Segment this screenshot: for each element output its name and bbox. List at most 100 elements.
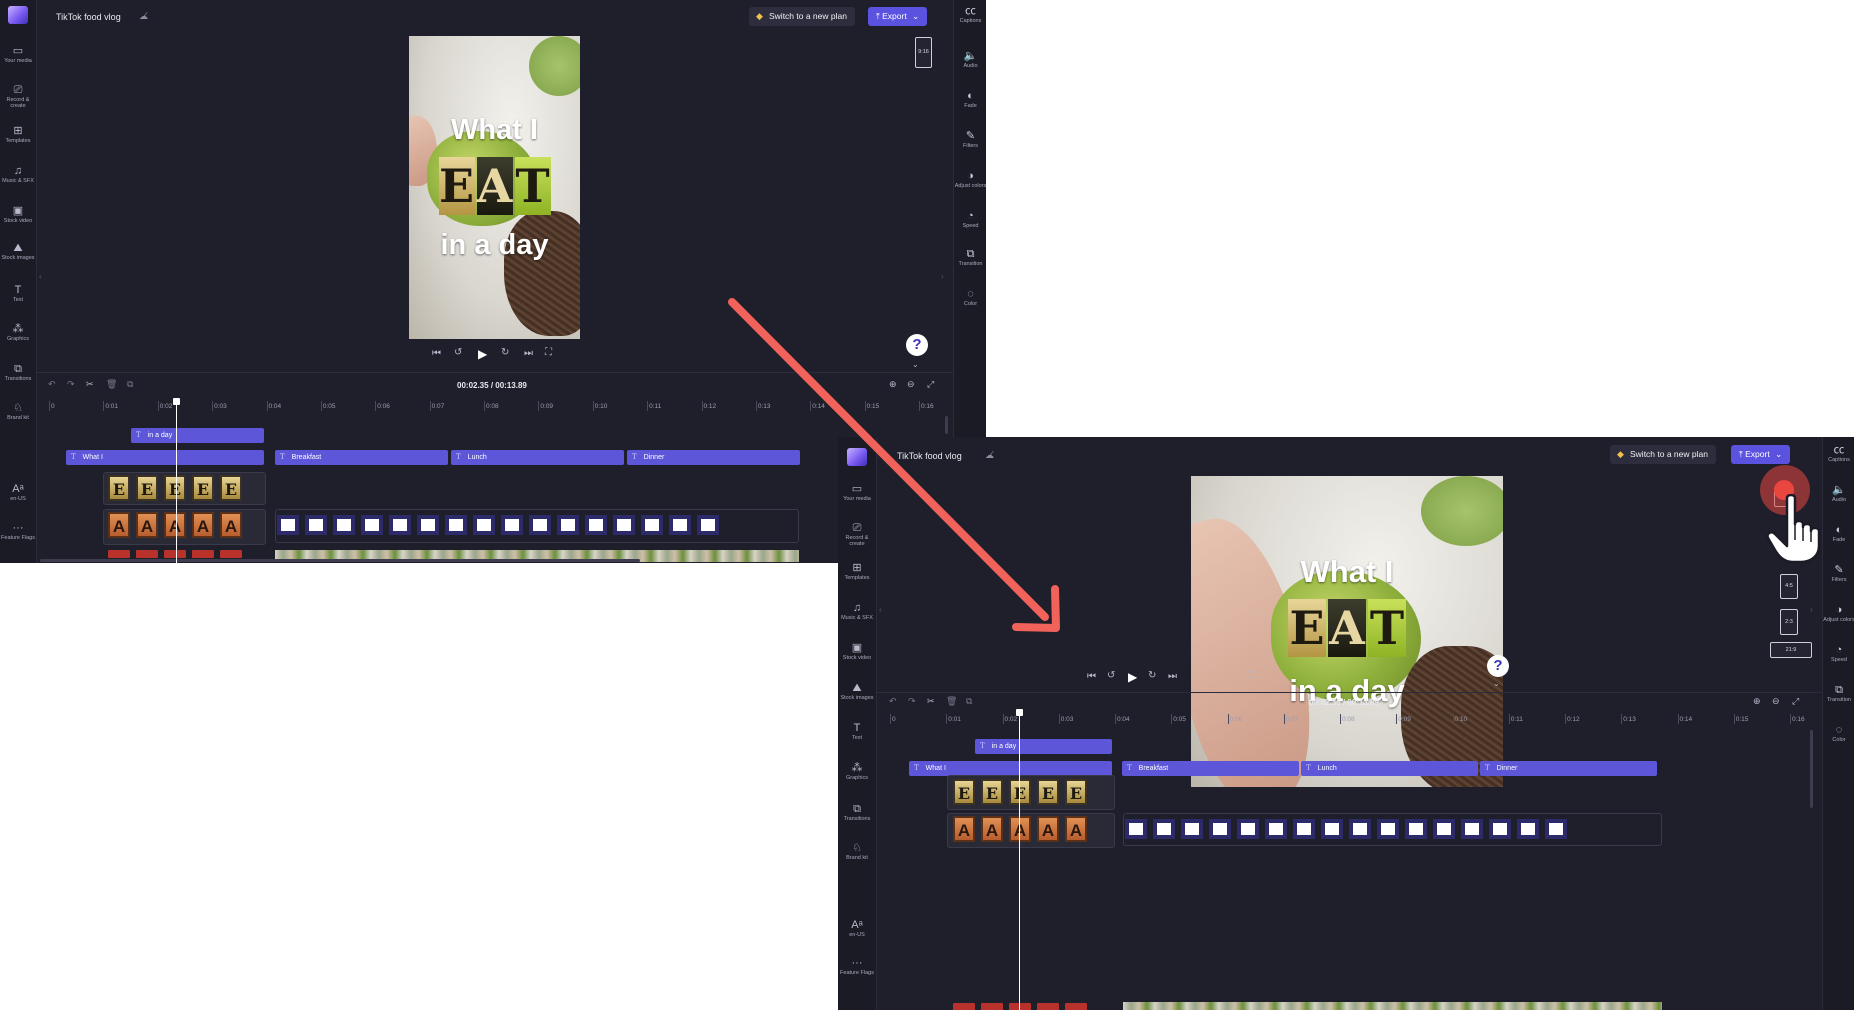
rewind-5s-button[interactable]: ↺ [1107, 670, 1115, 681]
sidebar-item-brand-kit[interactable]: ♘ Brand kit [838, 842, 876, 861]
panel-audio[interactable]: 🔈 Audio [954, 50, 986, 69]
sidebar-item-music-sfx[interactable]: ♫ Music & SFX [0, 165, 36, 184]
text-clip-in-a-day[interactable]: Tin a day [975, 739, 1112, 754]
zoom-out-button[interactable]: ⊖ [907, 379, 915, 390]
panel-color[interactable]: ◌ Color [954, 288, 986, 307]
sidebar-item-music-sfx[interactable]: ♫ Music & SFX [838, 602, 876, 621]
panel-adjust-colors[interactable]: ◑ Adjust colors [954, 170, 986, 189]
collapse-left-icon[interactable]: ‹ [39, 272, 42, 281]
skip-forward-button[interactable]: ⏭ [524, 348, 533, 359]
playhead-handle[interactable] [1016, 709, 1023, 716]
rewind-5s-button[interactable]: ↺ [454, 347, 462, 358]
sidebar-item-your-media[interactable]: ▭ Your media [838, 483, 876, 502]
sidebar-item-feature-flags[interactable]: ··· Feature Flags [838, 957, 876, 976]
project-title[interactable]: TikTok food vlog [56, 12, 121, 22]
duplicate-button[interactable]: ⧉ [966, 696, 972, 707]
sidebar-item-templates[interactable]: ⊞ Templates [0, 125, 36, 144]
fit-timeline-button[interactable]: ⤢ [927, 379, 934, 390]
panel-captions[interactable]: ㏄ Captions [1823, 444, 1854, 463]
playhead-handle[interactable] [173, 398, 180, 405]
panel-captions[interactable]: ㏄ Captions [954, 5, 986, 24]
panel-color[interactable]: ◌ Color [1823, 724, 1854, 743]
sidebar-item-graphics[interactable]: ⁂ Graphics [0, 323, 36, 342]
video-preview[interactable]: What I EAT in a day [409, 36, 580, 339]
sidebar-item-stock-images[interactable]: ⛰ Stock images [838, 682, 876, 701]
text-clip-dinner[interactable]: T Dinner [1480, 761, 1657, 776]
collapse-right-icon[interactable]: › [941, 272, 944, 281]
skip-back-button[interactable]: ⏮ [432, 348, 441, 359]
sidebar-item-stock-video[interactable]: ▣ Stock video [0, 205, 36, 224]
play-button[interactable]: ▶ [1128, 670, 1137, 684]
sidebar-item-feature-flags[interactable]: ··· Feature Flags [0, 522, 36, 541]
duplicate-button[interactable]: ⧉ [127, 379, 133, 390]
skip-back-button[interactable]: ⏮ [1087, 671, 1096, 682]
panel-speed[interactable]: ◔ Speed [954, 210, 986, 229]
text-clip-breakfast[interactable]: T Breakfast [275, 450, 448, 465]
zoom-in-button[interactable]: ⊕ [889, 379, 897, 390]
sidebar-item-record-create[interactable]: ⎚ Record & create [0, 84, 36, 109]
fullscreen-button[interactable]: ⛶ [1248, 670, 1255, 681]
sidebar-item-transitions[interactable]: ⧉ Transitions [838, 803, 876, 822]
zoom-in-button[interactable]: ⊕ [1753, 696, 1761, 707]
panel-adjust-colors[interactable]: ◑ Adjust colors [1823, 604, 1854, 623]
playhead[interactable] [176, 402, 177, 563]
panel-fade[interactable]: ◐ Fade [1823, 524, 1854, 543]
aspect-ratio-2-3[interactable]: 2:3 [1780, 609, 1798, 635]
help-button[interactable]: ? [1487, 655, 1509, 677]
forward-5s-button[interactable]: ↻ [501, 347, 509, 358]
sidebar-item-transitions[interactable]: ⧉ Transitions [0, 363, 36, 382]
panel-fade[interactable]: ◐ Fade [954, 90, 986, 109]
zoom-out-button[interactable]: ⊖ [1772, 696, 1780, 707]
switch-plan-button[interactable]: ◆ Switch to a new plan [749, 7, 855, 26]
split-button[interactable]: ✂ [86, 379, 94, 390]
sidebar-item-graphics[interactable]: ⁂ Graphics [838, 762, 876, 781]
export-button[interactable]: ⤒ Export ⌄ [1731, 445, 1791, 464]
vertical-scrollbar[interactable] [1810, 730, 1813, 808]
panel-transition[interactable]: ⧉ Transition [954, 248, 986, 267]
frame-overlay-clip[interactable] [1123, 813, 1662, 846]
playhead[interactable] [1019, 713, 1020, 1010]
aspect-ratio-4-5[interactable]: 4:5 [1780, 574, 1798, 599]
sidebar-item-record-create[interactable]: ⎚ Record & create [838, 522, 876, 547]
redo-button[interactable]: ↷ [67, 379, 75, 390]
split-button[interactable]: ✂ [927, 696, 935, 707]
skip-forward-button[interactable]: ⏭ [1168, 671, 1177, 682]
sidebar-item-stock-images[interactable]: ⛰ Stock images [0, 242, 36, 261]
fit-timeline-button[interactable]: ⤢ [1792, 696, 1799, 707]
chevron-down-icon[interactable]: ⌄ [1493, 679, 1500, 688]
collapse-right-icon[interactable]: › [1810, 605, 1813, 614]
sidebar-item-stock-video[interactable]: ▣ Stock video [838, 642, 876, 661]
video-clip-strip[interactable] [1123, 1002, 1662, 1010]
sidebar-item-en-us[interactable]: Aᵃ en-US [838, 919, 876, 938]
sidebar-item-text[interactable]: T Text [838, 722, 876, 741]
frame-overlay-clip[interactable] [275, 509, 799, 543]
undo-button[interactable]: ↶ [48, 379, 56, 390]
text-clip-dinner[interactable]: T Dinner [627, 450, 800, 465]
play-button[interactable]: ▶ [478, 347, 487, 361]
panel-transition[interactable]: ⧉ Transition [1823, 684, 1854, 703]
delete-button[interactable]: 🗑 [946, 696, 957, 707]
fullscreen-button[interactable]: ⛶ [545, 347, 552, 358]
panel-filters[interactable]: ✎ Filters [954, 130, 986, 149]
sidebar-item-templates[interactable]: ⊞ Templates [838, 562, 876, 581]
text-clip-breakfast[interactable]: T Breakfast [1122, 761, 1299, 776]
text-clip-lunch[interactable]: T Lunch [1301, 761, 1478, 776]
panel-filters[interactable]: ✎ Filters [1823, 564, 1854, 583]
horizontal-scrollbar[interactable] [40, 559, 640, 562]
switch-plan-button[interactable]: ◆ Switch to a new plan [1610, 445, 1716, 464]
sidebar-item-text[interactable]: T Text [0, 284, 36, 303]
undo-button[interactable]: ↶ [889, 696, 897, 707]
panel-speed[interactable]: ◔ Speed [1823, 644, 1854, 663]
sidebar-item-your-media[interactable]: ▭ Your media [0, 45, 36, 64]
text-clip-in-a-day[interactable]: Tin a day [131, 428, 264, 443]
collapse-left-icon[interactable]: ‹ [879, 605, 882, 614]
vertical-scrollbar[interactable] [945, 416, 948, 434]
delete-button[interactable]: 🗑 [106, 379, 117, 390]
aspect-ratio-button[interactable]: 9:16 [915, 37, 932, 68]
sidebar-item-brand-kit[interactable]: ♘ Brand kit [0, 402, 36, 421]
forward-5s-button[interactable]: ↻ [1148, 670, 1156, 681]
aspect-ratio-21-9[interactable]: 21:9 [1770, 642, 1812, 658]
video-preview[interactable]: What I EAT in a day [1191, 476, 1503, 787]
text-clip-lunch[interactable]: T Lunch [451, 450, 624, 465]
redo-button[interactable]: ↷ [908, 696, 916, 707]
